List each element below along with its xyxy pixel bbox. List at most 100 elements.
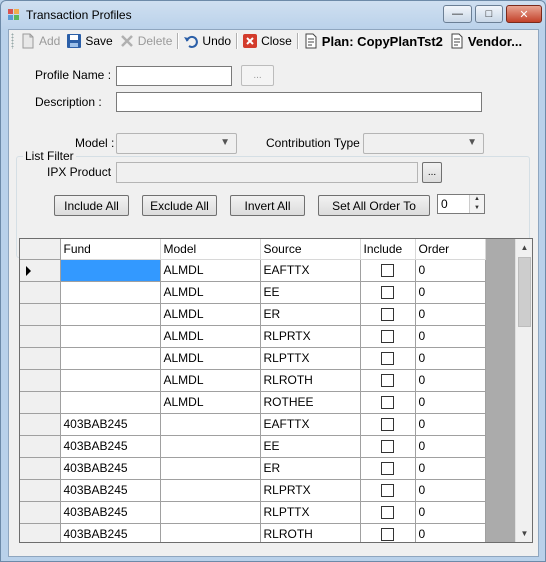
column-header-order[interactable]: Order — [415, 239, 486, 260]
source-cell[interactable]: RLROTH — [260, 369, 361, 392]
vendor-button[interactable]: Vendor... — [446, 31, 525, 51]
profile-browse-button[interactable]: ... — [241, 65, 274, 86]
row-header[interactable] — [20, 523, 61, 542]
row-header[interactable] — [20, 479, 61, 502]
model-cell[interactable]: ALMDL — [160, 391, 261, 414]
fund-cell[interactable]: 403BAB245 — [60, 413, 161, 436]
order-cell[interactable]: 0 — [415, 303, 486, 326]
column-header-source[interactable]: Source — [260, 239, 361, 260]
set-all-order-button[interactable]: Set All Order To — [318, 195, 430, 216]
order-cell[interactable]: 0 — [415, 435, 486, 458]
row-header[interactable] — [20, 435, 61, 458]
source-cell[interactable]: RLPRTX — [260, 325, 361, 348]
model-cell[interactable] — [160, 523, 261, 542]
source-cell[interactable]: EAFTTX — [260, 413, 361, 436]
order-cell[interactable]: 0 — [415, 369, 486, 392]
table-row[interactable]: ALMDL ER 0 — [20, 303, 486, 326]
table-row[interactable]: 403BAB245 EAFTTX 0 — [20, 413, 486, 436]
order-cell[interactable]: 0 — [415, 259, 486, 282]
model-cell[interactable] — [160, 435, 261, 458]
table-row[interactable]: ALMDL ROTHEE 0 — [20, 391, 486, 414]
ipx-product-input[interactable] — [116, 162, 418, 183]
model-cell[interactable] — [160, 457, 261, 480]
vertical-scrollbar[interactable]: ▲ ▼ — [515, 239, 532, 542]
description-input[interactable] — [116, 92, 482, 112]
row-header[interactable] — [20, 281, 61, 304]
include-checkbox[interactable] — [380, 462, 394, 476]
table-row[interactable]: ALMDL RLPTTX 0 — [20, 347, 486, 370]
fund-cell[interactable]: 403BAB245 — [60, 523, 161, 542]
scroll-down-icon[interactable]: ▼ — [516, 525, 532, 542]
source-cell[interactable]: RLROTH — [260, 523, 361, 542]
scroll-thumb[interactable] — [518, 257, 531, 327]
model-cell[interactable]: ALMDL — [160, 369, 261, 392]
order-cell[interactable]: 0 — [415, 347, 486, 370]
minimize-button[interactable]: — — [443, 5, 472, 23]
row-header-corner[interactable] — [20, 239, 61, 260]
delete-button[interactable]: Delete — [116, 31, 176, 51]
undo-button[interactable]: Undo — [180, 31, 234, 51]
table-row[interactable]: 403BAB245 RLPTTX 0 — [20, 501, 486, 524]
row-header[interactable] — [20, 501, 61, 524]
row-header[interactable] — [20, 369, 61, 392]
source-cell[interactable]: RLPTTX — [260, 501, 361, 524]
order-cell[interactable]: 0 — [415, 281, 486, 304]
column-header-include[interactable]: Include — [360, 239, 416, 260]
include-checkbox[interactable] — [380, 374, 394, 388]
table-row[interactable]: 403BAB245 EE 0 — [20, 435, 486, 458]
plan-button[interactable]: Plan: CopyPlanTst2 — [300, 31, 446, 51]
include-checkbox[interactable] — [380, 286, 394, 300]
maximize-button[interactable]: □ — [475, 5, 503, 23]
include-all-button[interactable]: Include All — [54, 195, 129, 216]
table-row[interactable]: 403BAB245 RLROTH 0 — [20, 523, 486, 542]
stepper-down-icon[interactable]: ▼ — [470, 204, 484, 213]
contribution-type-select[interactable]: ▼ — [363, 133, 484, 154]
model-cell[interactable]: ALMDL — [160, 325, 261, 348]
fund-cell[interactable] — [60, 369, 161, 392]
scroll-up-icon[interactable]: ▲ — [516, 239, 532, 256]
order-cell[interactable]: 0 — [415, 325, 486, 348]
model-cell[interactable]: ALMDL — [160, 281, 261, 304]
order-cell[interactable]: 0 — [415, 391, 486, 414]
source-cell[interactable]: ER — [260, 303, 361, 326]
row-header[interactable] — [20, 259, 61, 282]
order-cell[interactable]: 0 — [415, 413, 486, 436]
fund-cell[interactable] — [60, 347, 161, 370]
include-checkbox[interactable] — [380, 352, 394, 366]
model-cell[interactable]: ALMDL — [160, 303, 261, 326]
order-cell[interactable]: 0 — [415, 523, 486, 542]
fund-cell[interactable]: 403BAB245 — [60, 501, 161, 524]
row-header[interactable] — [20, 457, 61, 480]
include-checkbox[interactable] — [380, 330, 394, 344]
include-checkbox[interactable] — [380, 418, 394, 432]
table-row[interactable]: 403BAB245 ER 0 — [20, 457, 486, 480]
include-checkbox[interactable] — [380, 506, 394, 520]
table-row[interactable]: ALMDL EAFTTX 0 — [20, 259, 486, 282]
model-cell[interactable] — [160, 479, 261, 502]
fund-cell[interactable]: 403BAB245 — [60, 457, 161, 480]
column-header-fund[interactable]: Fund — [60, 239, 161, 260]
order-cell[interactable]: 0 — [415, 457, 486, 480]
fund-cell[interactable] — [60, 325, 161, 348]
table-row[interactable]: ALMDL EE 0 — [20, 281, 486, 304]
include-checkbox[interactable] — [380, 396, 394, 410]
row-header[interactable] — [20, 303, 61, 326]
row-header[interactable] — [20, 347, 61, 370]
source-cell[interactable]: EAFTTX — [260, 259, 361, 282]
include-checkbox[interactable] — [380, 484, 394, 498]
save-button[interactable]: Save — [63, 31, 115, 51]
row-header[interactable] — [20, 391, 61, 414]
table-row[interactable]: 403BAB245 RLPRTX 0 — [20, 479, 486, 502]
model-select[interactable]: ▼ — [116, 133, 237, 154]
fund-cell[interactable] — [60, 391, 161, 414]
ipx-browse-button[interactable]: ... — [422, 162, 442, 183]
toolbar-grip[interactable] — [11, 33, 14, 49]
model-cell[interactable] — [160, 413, 261, 436]
title-bar[interactable]: Transaction Profiles — □ ✕ — [1, 1, 545, 29]
include-checkbox[interactable] — [380, 308, 394, 322]
include-checkbox[interactable] — [380, 264, 394, 278]
fund-cell[interactable]: 403BAB245 — [60, 435, 161, 458]
source-cell[interactable]: ROTHEE — [260, 391, 361, 414]
table-row[interactable]: ALMDL RLROTH 0 — [20, 369, 486, 392]
order-stepper[interactable]: 0 ▲ ▼ — [437, 194, 485, 214]
